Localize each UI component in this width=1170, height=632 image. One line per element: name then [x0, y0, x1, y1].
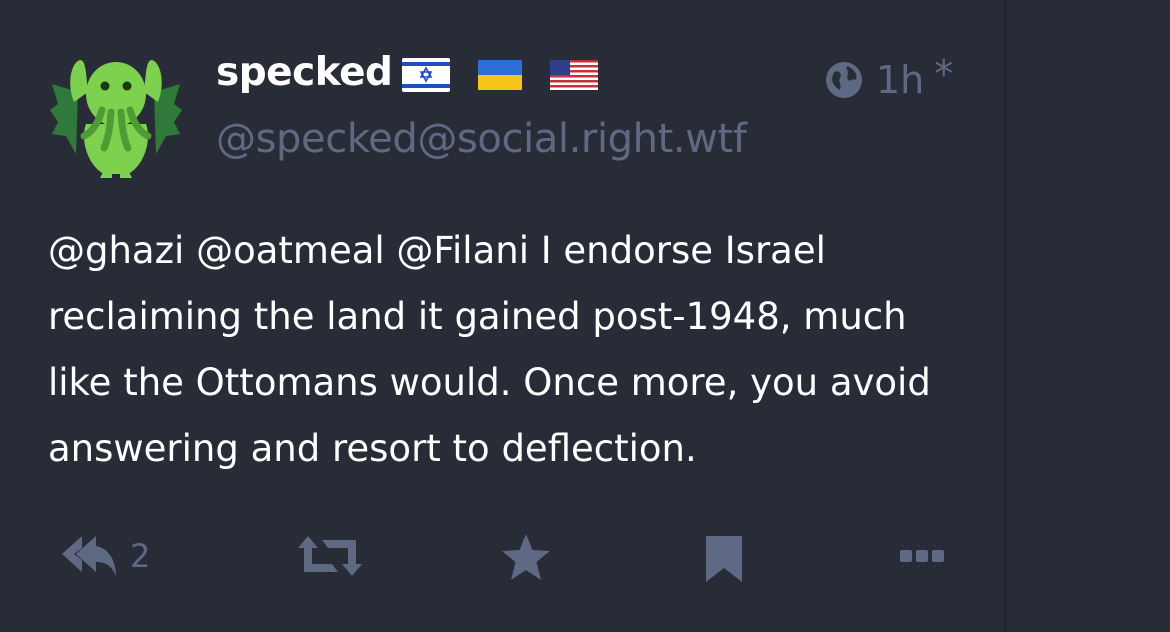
reply-count: 2: [130, 537, 151, 575]
mention-link[interactable]: @ghazi: [48, 229, 184, 272]
status-content: @ghazi @oatmeal @Filani I endorse Israel…: [48, 218, 978, 482]
reply-all-icon: [62, 536, 116, 576]
reply-button[interactable]: 2: [60, 532, 150, 580]
bookmark-button[interactable]: [704, 534, 744, 584]
mention-link[interactable]: @Filani: [396, 229, 529, 272]
flag-emojis: [402, 58, 626, 92]
ukraine-flag-icon: [478, 60, 522, 90]
avatar[interactable]: [48, 44, 184, 180]
cthulhu-avatar-icon: [50, 60, 182, 178]
mention-link[interactable]: @oatmeal: [196, 229, 385, 272]
column-divider: [1004, 0, 1006, 632]
star-icon: [502, 534, 550, 580]
status-action-bar: 2: [0, 520, 1000, 600]
display-name[interactable]: specked: [216, 50, 393, 95]
ellipsis-icon: [900, 550, 944, 562]
timestamp[interactable]: 1h: [876, 58, 924, 102]
us-flag-icon: [550, 60, 598, 90]
account-handle[interactable]: @specked@social.right.wtf: [216, 116, 747, 162]
status-meta[interactable]: 1h *: [824, 52, 953, 102]
boost-icon: [298, 536, 362, 576]
israel-flag-icon: [402, 58, 450, 92]
globe-icon: [826, 62, 862, 98]
bookmark-icon: [706, 536, 742, 582]
more-button[interactable]: [900, 550, 944, 564]
favourite-button[interactable]: [500, 532, 552, 582]
edited-marker: *: [934, 52, 954, 96]
boost-button[interactable]: [298, 534, 362, 578]
